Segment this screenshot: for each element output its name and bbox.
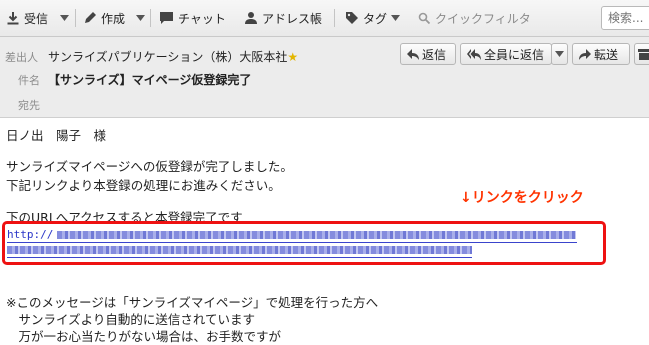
- chevron-down-icon: [60, 15, 69, 21]
- receive-label: 受信: [24, 11, 49, 26]
- toolbar-divider: [334, 9, 335, 27]
- greeting: 日ノ出 陽子 様: [6, 128, 107, 143]
- link-blurred-text: [57, 231, 576, 239]
- chat-button[interactable]: チャット: [159, 0, 226, 36]
- chevron-down-icon: [555, 51, 564, 57]
- toolbar-divider: [150, 9, 151, 27]
- to-label: 宛先: [18, 99, 40, 112]
- quick-filter-button[interactable]: クイックフィルタ: [418, 0, 531, 36]
- magnifier-icon: [418, 12, 431, 24]
- link-blurred-text: [7, 246, 472, 254]
- link-highlight-box: [2, 221, 606, 265]
- reply-label: 返信: [422, 47, 447, 62]
- tag-icon: [346, 12, 358, 24]
- reply-all-label: 全員に返信: [484, 47, 545, 62]
- tag-button[interactable]: タグ: [345, 0, 401, 36]
- body-line-2: 下記リンクより本登録の処理にお進みください。: [6, 178, 281, 193]
- star-icon[interactable]: ★: [287, 50, 298, 64]
- message-header: 差出人 サンライズパブリケーション（株）大阪本社★ 件名 【サンライズ】マイペー…: [0, 37, 649, 118]
- tag-label: タグ: [363, 11, 388, 26]
- link-prefix: http://: [7, 228, 54, 241]
- reply-all-arrow-icon: [467, 48, 481, 60]
- chevron-down-icon: [391, 15, 401, 21]
- from-value[interactable]: サンライズパブリケーション（株）大阪本社★: [48, 48, 298, 65]
- address-book-label: アドレス帳: [262, 11, 323, 26]
- receive-button[interactable]: 受信: [6, 0, 48, 36]
- from-label: 差出人: [5, 51, 38, 64]
- reply-arrow-icon: [407, 48, 419, 60]
- archive-button[interactable]: [634, 43, 649, 65]
- archive-icon: [638, 48, 649, 60]
- pencil-icon: [85, 12, 96, 23]
- subject-value: 【サンライズ】マイページ仮登録完了: [48, 73, 252, 87]
- compose-dropdown-arrow[interactable]: [136, 0, 145, 36]
- search-input[interactable]: [601, 6, 649, 30]
- click-link-annotation: ↓リンクをクリック: [460, 190, 584, 206]
- toolbar-divider: [75, 9, 76, 27]
- download-icon: [7, 12, 19, 25]
- quick-filter-label: クイックフィルタ: [435, 11, 531, 26]
- chat-label: チャット: [178, 11, 226, 26]
- forward-label: 転送: [594, 47, 619, 62]
- body-line-1: サンライズマイページへの仮登録が完了しました。: [6, 159, 293, 174]
- chevron-down-icon: [136, 15, 145, 21]
- forward-arrow-icon: [579, 48, 591, 60]
- address-book-button[interactable]: アドレス帳: [244, 0, 322, 36]
- reply-all-dropdown[interactable]: [551, 43, 568, 65]
- link-underline: [7, 257, 472, 258]
- sender-name: サンライズパブリケーション（株）大阪本社: [48, 50, 288, 64]
- compose-button[interactable]: 作成: [83, 0, 125, 36]
- reply-all-button[interactable]: 全員に返信: [460, 43, 552, 65]
- chat-bubble-icon: [160, 12, 173, 24]
- receive-dropdown-arrow[interactable]: [60, 0, 69, 36]
- footer-line-3: 万が一お心当たりがない場合は、お手数ですが: [6, 329, 282, 344]
- person-icon: [245, 12, 257, 24]
- subject-label: 件名: [18, 74, 40, 87]
- forward-button[interactable]: 転送: [572, 43, 630, 65]
- compose-label: 作成: [101, 11, 126, 26]
- reply-button[interactable]: 返信: [400, 43, 456, 65]
- main-toolbar: 受信 作成 チャット アドレス帳 タグ クイックフィルタ: [0, 0, 649, 37]
- link-underline: [7, 242, 577, 243]
